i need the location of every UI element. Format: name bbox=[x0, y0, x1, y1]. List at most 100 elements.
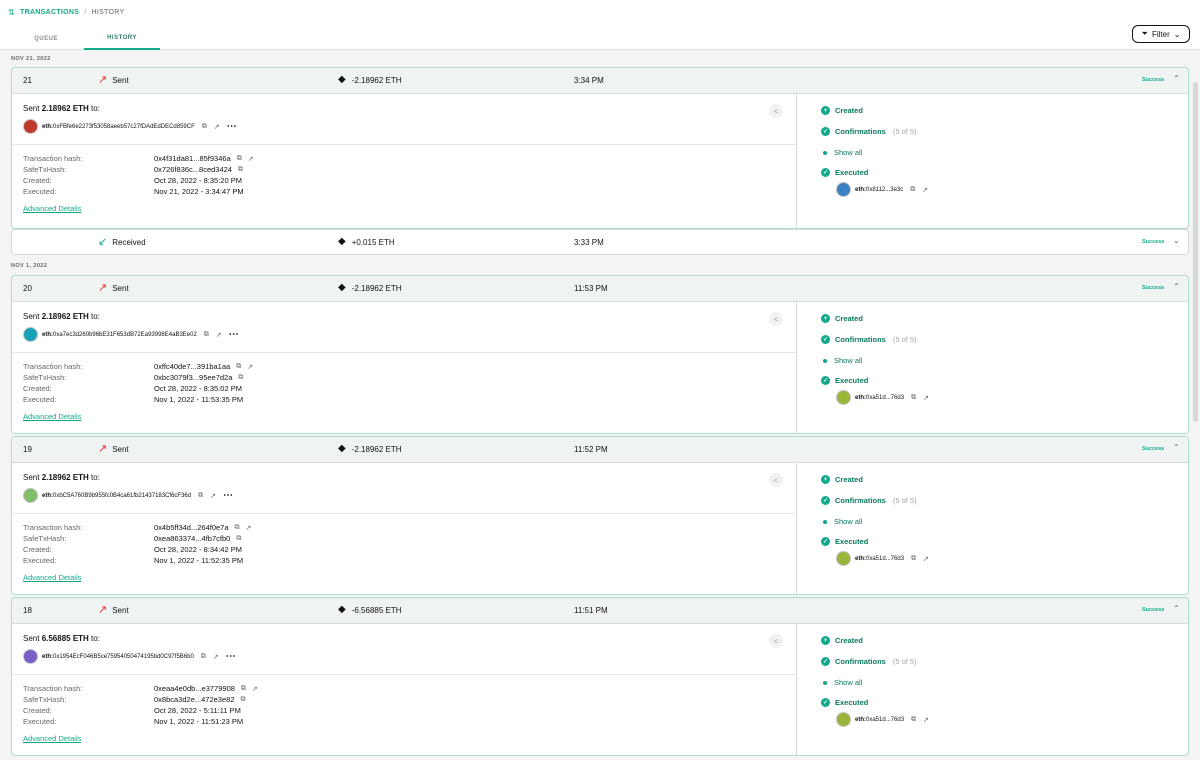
external-link-icon[interactable]: ↗ bbox=[923, 555, 929, 563]
tx-amount-value: -2.18962 ETH bbox=[351, 75, 402, 85]
outgoing-arrow-icon: ↗ bbox=[98, 282, 108, 294]
tx-amount: ◆ +0.015 ETH bbox=[338, 237, 395, 247]
copy-icon[interactable]: ⧉ bbox=[911, 555, 916, 563]
copy-icon[interactable]: ⧉ bbox=[911, 394, 916, 402]
external-link-icon[interactable]: ↗ bbox=[923, 716, 929, 724]
chevron-up-icon[interactable]: ⌃ bbox=[1173, 74, 1180, 83]
executed-label: Executed: bbox=[23, 717, 57, 726]
tab-queue[interactable]: QUEUE bbox=[8, 28, 84, 50]
sent-summary: Sent 6.56885 ETH to: bbox=[23, 634, 100, 643]
advanced-details-link[interactable]: Advanced Details bbox=[23, 204, 81, 213]
copy-icon[interactable]: ⧉ bbox=[911, 716, 916, 724]
chevron-down-icon[interactable]: ⌄ bbox=[1173, 236, 1180, 245]
copy-icon[interactable]: ⧉ bbox=[241, 685, 246, 693]
avatar bbox=[23, 119, 38, 134]
created-value: Oct 28, 2022 - 8:34:42 PM bbox=[154, 545, 242, 554]
plus-icon: + bbox=[821, 106, 830, 115]
chevron-up-icon[interactable]: ⌃ bbox=[1173, 282, 1180, 291]
chevron-up-icon[interactable]: ⌃ bbox=[1173, 443, 1180, 452]
address-prefix: eth: bbox=[42, 492, 53, 499]
share-icon[interactable]: < bbox=[769, 104, 783, 118]
tx-time: 11:53 PM bbox=[574, 284, 608, 293]
transaction-card: 21 ↗ Sent ◆ -2.18962 ETH 3:34 PM Success ⌃… bbox=[11, 67, 1189, 229]
external-link-icon[interactable]: ↗ bbox=[248, 155, 254, 163]
advanced-details-link[interactable]: Advanced Details bbox=[23, 412, 81, 421]
created-value: Oct 28, 2022 - 5:11:11 PM bbox=[154, 706, 241, 715]
copy-icon[interactable]: ⧉ bbox=[236, 535, 241, 543]
more-options-icon[interactable]: ⋯ bbox=[229, 329, 240, 340]
created-label: Created: bbox=[23, 706, 52, 715]
chevron-down-icon: ⌄ bbox=[1173, 29, 1181, 39]
transaction-summary[interactable]: 20 ↗ Sent ◆ -2.18962 ETH 11:53 PM Success … bbox=[12, 276, 1188, 302]
more-options-icon[interactable]: ⋯ bbox=[227, 121, 238, 132]
copy-icon[interactable]: ⧉ bbox=[237, 155, 242, 163]
filter-button[interactable]: ⏷ Filter ⌄ bbox=[1132, 25, 1190, 43]
breadcrumb-history: HISTORY bbox=[91, 9, 125, 16]
tab-bar: QUEUE HISTORY bbox=[8, 28, 160, 50]
advanced-details-link[interactable]: Advanced Details bbox=[23, 573, 81, 582]
tx-details: Transaction hash: 0xeaa4e0db...e3779908 ⧉ ↗… bbox=[23, 684, 523, 728]
tx-nonce: 18 bbox=[23, 606, 32, 615]
more-options-icon[interactable]: ⋯ bbox=[226, 651, 237, 662]
chevron-up-icon[interactable]: ⌃ bbox=[1173, 604, 1180, 613]
breadcrumb-transactions[interactable]: TRANSACTIONS bbox=[20, 9, 79, 16]
eth-icon: ◆ bbox=[338, 443, 346, 454]
external-link-icon[interactable]: ↗ bbox=[246, 524, 252, 532]
recipient-address: eth:0xbC5A760B9b955fc0B4ca61fb21437183Cf… bbox=[23, 488, 234, 503]
tab-history[interactable]: HISTORY bbox=[84, 28, 160, 50]
status-badge: Success bbox=[1142, 285, 1165, 291]
tx-hash-value: 0x4f31da81...85f9346a bbox=[154, 154, 231, 163]
show-all-button[interactable]: Show all bbox=[823, 517, 862, 526]
copy-icon[interactable]: ⧉ bbox=[910, 186, 915, 194]
copy-icon[interactable]: ⧉ bbox=[201, 653, 206, 661]
copy-icon[interactable]: ⧉ bbox=[241, 696, 246, 704]
share-icon[interactable]: < bbox=[769, 312, 783, 326]
avatar bbox=[836, 712, 851, 727]
external-link-icon[interactable]: ↗ bbox=[216, 331, 222, 339]
external-link-icon[interactable]: ↗ bbox=[247, 363, 253, 371]
show-all-button[interactable]: Show all bbox=[823, 356, 862, 365]
transaction-row[interactable]: ↙ Received ◆ +0.015 ETH 3:33 PM Success ⌄ bbox=[11, 229, 1189, 255]
eth-icon: ◆ bbox=[338, 74, 346, 85]
show-all-button[interactable]: Show all bbox=[823, 148, 862, 157]
tx-type: ↗ Sent bbox=[98, 75, 129, 86]
copy-icon[interactable]: ⧉ bbox=[235, 524, 240, 532]
copy-icon[interactable]: ⧉ bbox=[238, 374, 243, 382]
executed-label: Executed: bbox=[23, 187, 57, 196]
avatar bbox=[836, 551, 851, 566]
address-value: 0x1954EcF046B5ce75954050474195bd0C97f5B6… bbox=[53, 653, 194, 660]
tx-amount: ◆ -2.18962 ETH bbox=[338, 283, 402, 293]
transaction-summary[interactable]: 21 ↗ Sent ◆ -2.18962 ETH 3:34 PM Success ⌃ bbox=[12, 68, 1188, 94]
copy-icon[interactable]: ⧉ bbox=[202, 123, 207, 131]
show-all-button[interactable]: Show all bbox=[823, 678, 862, 687]
transaction-summary[interactable]: 18 ↗ Sent ◆ -6.56885 ETH 11:51 PM Success … bbox=[12, 598, 1188, 624]
external-link-icon[interactable]: ↗ bbox=[923, 394, 929, 402]
share-icon[interactable]: < bbox=[769, 473, 783, 487]
safe-hash-value: 0x726f836c...8ced3424 bbox=[154, 165, 232, 174]
copy-icon[interactable]: ⧉ bbox=[198, 492, 203, 500]
advanced-details-link[interactable]: Advanced Details bbox=[23, 734, 81, 743]
executor-prefix: eth: bbox=[855, 186, 866, 193]
check-icon: ✓ bbox=[821, 537, 830, 546]
external-link-icon[interactable]: ↗ bbox=[922, 186, 928, 194]
external-link-icon[interactable]: ↗ bbox=[252, 685, 258, 693]
copy-icon[interactable]: ⧉ bbox=[204, 331, 209, 339]
tx-hash-value: 0x4b5ff34d...264f0e7a bbox=[154, 523, 229, 532]
external-link-icon[interactable]: ↗ bbox=[213, 653, 219, 661]
external-link-icon[interactable]: ↗ bbox=[214, 123, 220, 131]
tx-type-label: Sent bbox=[112, 444, 129, 454]
more-options-icon[interactable]: ⋯ bbox=[223, 490, 234, 501]
divider bbox=[12, 144, 797, 145]
share-icon[interactable]: < bbox=[769, 634, 783, 648]
step-created: Created bbox=[835, 475, 863, 484]
tx-type-label: Sent bbox=[112, 605, 129, 615]
sent-amount: 2.18962 ETH bbox=[41, 473, 89, 482]
avatar bbox=[836, 182, 851, 197]
copy-icon[interactable]: ⧉ bbox=[238, 166, 243, 174]
external-link-icon[interactable]: ↗ bbox=[210, 492, 216, 500]
transaction-summary[interactable]: 19 ↗ Sent ◆ -2.18962 ETH 11:52 PM Success … bbox=[12, 437, 1188, 463]
copy-icon[interactable]: ⧉ bbox=[236, 363, 241, 371]
safe-hash-label: SafeTxHash: bbox=[23, 695, 67, 704]
transaction-card: 18 ↗ Sent ◆ -6.56885 ETH 11:51 PM Success … bbox=[11, 597, 1189, 756]
scrollbar[interactable] bbox=[1193, 82, 1198, 422]
